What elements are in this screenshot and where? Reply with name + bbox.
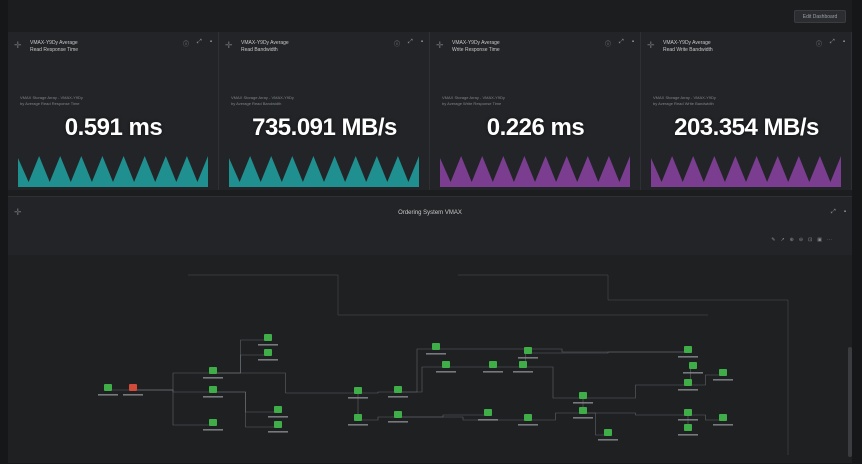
tile-subtitle: VMAX Storage Array - VMAX-Y9Dy by Averag…: [231, 95, 381, 107]
tile-subtitle-line: by Average Write Response Time: [442, 101, 502, 106]
expand-icon[interactable]: ⤢: [830, 39, 835, 48]
topology-panel: ✛ Ordering System VMAX ⤢ ▪ ✎ ↗ ⊕ ⊖ ⊡ ▣ ⋯: [8, 196, 852, 463]
topology-toolbar: ✎ ↗ ⊕ ⊖ ⊡ ▣ ⋯: [771, 237, 832, 243]
topology-actions: ⤢ ▪: [831, 209, 846, 216]
tile-title-line: Read Response Time: [30, 47, 79, 53]
menu-icon[interactable]: ▪: [421, 39, 423, 48]
tile-subtitle: VMAX Storage Array - VMAX-Y9Dy by Averag…: [442, 95, 592, 107]
edit-icon[interactable]: ✎: [771, 237, 775, 243]
expand-icon[interactable]: ⤢: [197, 39, 202, 48]
tile-title-line: VMAX-Y9Dy Average: [241, 40, 289, 46]
drag-handle-icon[interactable]: ✛: [436, 40, 444, 51]
metric-value: 0.226 ms: [486, 114, 585, 141]
metric-value: 0.591 ms: [64, 114, 163, 141]
zoom-in-icon[interactable]: ⊕: [790, 237, 794, 243]
fit-icon[interactable]: ⊡: [808, 237, 812, 243]
menu-icon[interactable]: ▪: [843, 39, 845, 48]
sparkline-path: [229, 156, 419, 187]
metric-tile[interactable]: ✛ VMAX-Y9Dy Average Read Response Time ⓘ…: [8, 32, 219, 190]
topology-edge: [398, 416, 528, 421]
sparkline-area: [440, 156, 630, 187]
sparkline-path: [440, 156, 630, 187]
info-icon[interactable]: ⓘ: [183, 39, 189, 48]
sparkline-path: [18, 156, 208, 187]
metric-tile[interactable]: ✛ VMAX-Y9Dy Average Read Bandwidth ⓘ ⤢ ▪…: [219, 32, 430, 190]
tile-title: VMAX-Y9Dy Average Write Response Time: [452, 40, 562, 54]
more-icon[interactable]: ⋯: [827, 237, 832, 243]
tile-subtitle: VMAX Storage Array - VMAX-Y9Dy by Averag…: [20, 95, 170, 107]
sparkline-path: [651, 156, 841, 187]
menu-icon[interactable]: ▪: [844, 209, 846, 216]
topology-edge: [583, 384, 688, 399]
sparkline-area: [229, 156, 419, 187]
tile-actions: ⓘ ⤢ ▪: [605, 39, 634, 48]
drag-handle-icon[interactable]: ✛: [225, 40, 233, 51]
tile-actions: ⓘ ⤢ ▪: [183, 39, 212, 48]
topology-edge: [436, 348, 688, 353]
tile-subtitle: VMAX Storage Array - VMAX-Y9Dy by Averag…: [653, 95, 803, 107]
tile-subtitle-line: by Average Read Response Time: [20, 101, 80, 106]
tile-title-line: Read Write Bandwidth: [663, 47, 713, 53]
layout-icon[interactable]: ▣: [817, 237, 822, 243]
metric-tiles: ✛ VMAX-Y9Dy Average Read Response Time ⓘ…: [8, 32, 852, 190]
drag-handle-icon[interactable]: ✛: [647, 40, 655, 51]
metric-value: 735.091 MB/s: [252, 114, 397, 141]
metric-value: 203.354 MB/s: [674, 114, 819, 141]
top-bar: Edit Dashboard: [8, 0, 852, 30]
menu-icon[interactable]: ▪: [632, 39, 634, 48]
expand-icon[interactable]: ⤢: [619, 39, 624, 48]
topology-edge: [398, 366, 446, 393]
topology-title: Ordering System VMAX: [398, 210, 462, 216]
info-icon[interactable]: ⓘ: [605, 39, 611, 48]
topology-node[interactable]: [683, 362, 703, 374]
tile-subtitle-line: by Average Read Write Bandwidth: [653, 101, 714, 106]
drag-handle-icon[interactable]: ✛: [14, 40, 22, 51]
zoom-out-icon[interactable]: ⊖: [799, 237, 803, 243]
dashboard: Edit Dashboard ✛ VMAX-Y9Dy Average Read …: [8, 0, 852, 463]
topology-edge: [583, 412, 688, 416]
scrollbar[interactable]: [848, 347, 852, 457]
topology-node[interactable]: [678, 424, 698, 436]
topology-header: ✛ Ordering System VMAX ⤢ ▪ ✎ ↗ ⊕ ⊖ ⊡ ▣ ⋯: [8, 197, 852, 255]
info-icon[interactable]: ⓘ: [394, 39, 400, 48]
tile-title-line: VMAX-Y9Dy Average: [452, 40, 500, 46]
tile-title: VMAX-Y9Dy Average Read Write Bandwidth: [663, 40, 773, 54]
topology-edge: [398, 348, 436, 393]
tile-actions: ⓘ ⤢ ▪: [394, 39, 423, 48]
edit-dashboard-button[interactable]: Edit Dashboard: [794, 10, 846, 23]
menu-icon[interactable]: ▪: [210, 39, 212, 48]
tile-title-line: Read Bandwidth: [241, 47, 278, 53]
topology-edge: [133, 372, 213, 391]
topology-edge: [213, 354, 268, 374]
topology-edge: [213, 372, 358, 394]
expand-icon[interactable]: ⤢: [831, 209, 836, 216]
expand-icon[interactable]: ⤢: [408, 39, 413, 48]
topology-edge: [398, 414, 488, 418]
topology-edge: [133, 389, 213, 426]
metric-tile[interactable]: ✛ VMAX-Y9Dy Average Write Response Time …: [430, 32, 641, 190]
link-icon[interactable]: ↗: [780, 237, 784, 243]
sparkline-area: [18, 156, 208, 187]
tile-title: VMAX-Y9Dy Average Read Response Time: [30, 40, 140, 54]
tile-title-line: VMAX-Y9Dy Average: [663, 40, 711, 46]
topology-edge: [528, 412, 583, 421]
metric-tile[interactable]: ✛ VMAX-Y9Dy Average Read Write Bandwidth…: [641, 32, 852, 190]
tile-actions: ⓘ ⤢ ▪: [816, 39, 845, 48]
topology-edge: [358, 391, 398, 394]
tile-title-line: VMAX-Y9Dy Average: [30, 40, 78, 46]
topology-graph[interactable]: [8, 255, 852, 464]
tile-subtitle-line: by Average Read Bandwidth: [231, 101, 282, 106]
topology-edge: [358, 416, 398, 421]
info-icon[interactable]: ⓘ: [816, 39, 822, 48]
sparkline-area: [651, 156, 841, 187]
tile-title: VMAX-Y9Dy Average Read Bandwidth: [241, 40, 351, 54]
tile-title-line: Write Response Time: [452, 47, 500, 53]
